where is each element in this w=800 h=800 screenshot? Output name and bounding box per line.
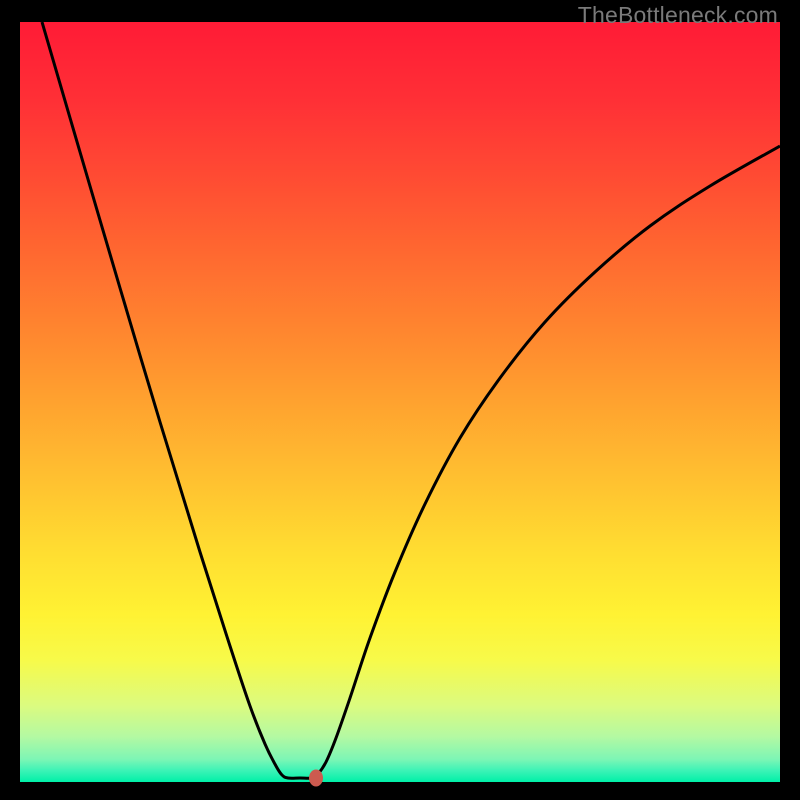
chart-frame <box>20 22 780 782</box>
watermark-text: TheBottleneck.com <box>578 2 778 29</box>
bottleneck-curve <box>42 22 780 778</box>
curve-layer <box>20 22 780 782</box>
min-point-marker <box>309 770 323 787</box>
plot-area <box>20 22 780 782</box>
